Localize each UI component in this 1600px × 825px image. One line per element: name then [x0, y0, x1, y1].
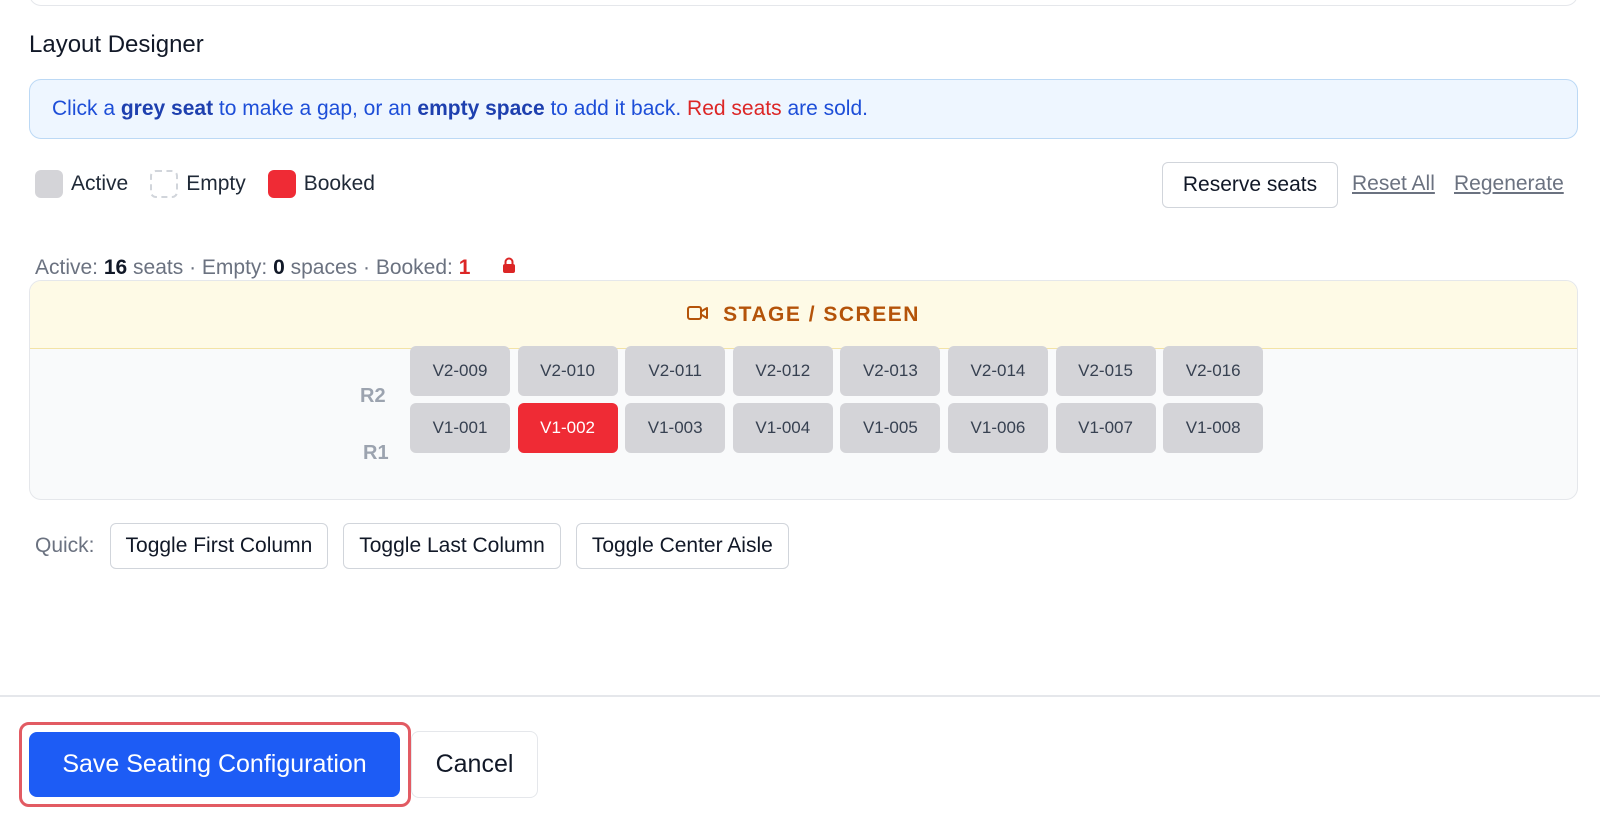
toggle-center-aisle-button[interactable]: Toggle Center Aisle: [575, 523, 789, 569]
seat-list: V2-009 V2-010 V2-011 V2-012 V2-013 V2-01…: [410, 346, 1271, 396]
stats-empty-unit: spaces · Booked:: [284, 256, 459, 279]
seat[interactable]: V2-009: [410, 346, 510, 396]
video-camera-icon: [687, 303, 723, 327]
save-seating-configuration-button[interactable]: Save Seating Configuration: [29, 732, 400, 797]
seat[interactable]: V2-010: [517, 346, 618, 396]
banner-text-2: to make a gap, or an: [213, 97, 418, 120]
regenerate-link[interactable]: Regenerate: [1454, 172, 1564, 196]
seat[interactable]: V1-007: [1055, 403, 1156, 453]
stats-active-count: 16: [103, 256, 128, 279]
banner-text-3: to add it back.: [544, 97, 688, 120]
seat[interactable]: V2-011: [625, 346, 726, 396]
legend-booked: Booked: [267, 170, 375, 198]
seat[interactable]: V1-001: [410, 403, 510, 453]
booked-seat[interactable]: V1-002: [517, 403, 618, 453]
seat[interactable]: V1-005: [840, 403, 941, 453]
stats-empty-count: 0: [273, 256, 285, 279]
banner-red-seats: Red seats: [687, 97, 782, 120]
stage-header: STAGE / SCREEN: [30, 281, 1577, 349]
booked-swatch: [267, 170, 296, 198]
info-banner: Click a grey seat to make a gap, or an e…: [29, 79, 1578, 139]
legend-active: Active: [35, 170, 128, 198]
toggle-last-column-button[interactable]: Toggle Last Column: [343, 523, 561, 569]
stage-label: STAGE / SCREEN: [723, 302, 920, 326]
seat[interactable]: V1-006: [947, 403, 1048, 453]
active-swatch: [35, 170, 63, 198]
stats-active-unit: seats · Empty:: [127, 256, 274, 279]
seat[interactable]: V1-003: [625, 403, 726, 453]
section-title: Layout Designer: [29, 31, 204, 58]
seat[interactable]: V1-004: [732, 403, 833, 453]
seat-list: V1-001 V1-002 V1-003 V1-004 V1-005 V1-00…: [410, 403, 1271, 453]
banner-empty-space: empty space: [417, 97, 545, 120]
quick-label: Quick:: [35, 534, 95, 557]
reserve-seats-button[interactable]: Reserve seats: [1162, 162, 1338, 208]
legend-empty-label: Empty: [186, 172, 246, 195]
seat[interactable]: V2-013: [840, 346, 941, 396]
quick-actions: Quick: Toggle First Column Toggle Last C…: [35, 523, 804, 569]
seat[interactable]: V2-014: [947, 346, 1048, 396]
banner-grey-seat: grey seat: [120, 97, 214, 120]
empty-swatch: [150, 170, 179, 198]
legend: Active Empty Booked: [35, 167, 397, 201]
seat-map-panel: STAGE / SCREEN R2 V2-009 V2-010 V2-011 V…: [29, 280, 1578, 500]
cancel-button[interactable]: Cancel: [411, 731, 538, 798]
banner-text-4: are sold.: [781, 97, 868, 120]
legend-booked-label: Booked: [303, 172, 375, 195]
legend-active-label: Active: [71, 172, 129, 195]
banner-text-1: Click a: [52, 97, 121, 120]
footer-divider: [0, 695, 1600, 697]
seat[interactable]: V2-015: [1055, 346, 1156, 396]
legend-empty: Empty: [150, 170, 246, 198]
stats-booked-count: 1: [458, 256, 471, 279]
seat[interactable]: V1-008: [1163, 403, 1264, 453]
seat[interactable]: V2-012: [732, 346, 833, 396]
reset-all-link[interactable]: Reset All: [1352, 172, 1435, 196]
seat[interactable]: V2-016: [1163, 346, 1264, 396]
stats-active-label: Active:: [35, 256, 104, 279]
previous-card: [29, 0, 1578, 6]
toggle-first-column-button[interactable]: Toggle First Column: [109, 523, 329, 569]
